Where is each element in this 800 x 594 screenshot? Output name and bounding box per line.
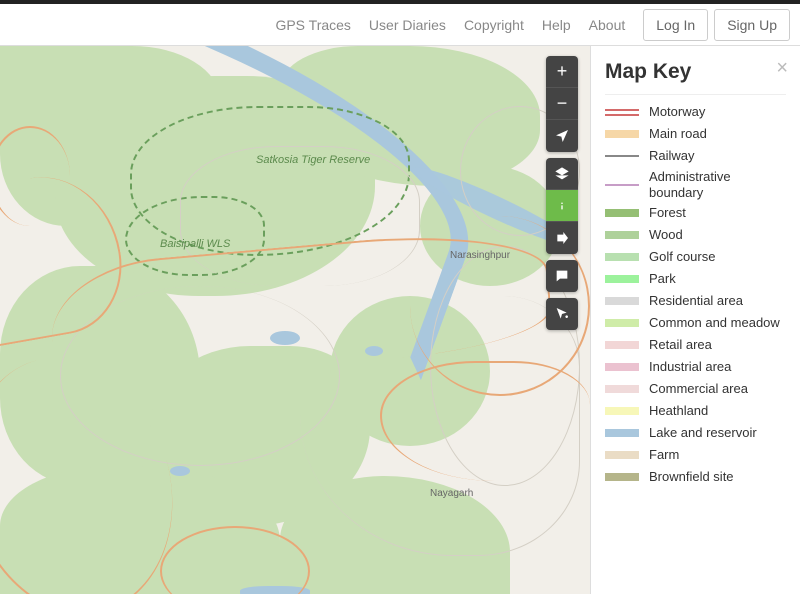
main-area: Satkosia Tiger Reserve Baisipalli WLS Na… xyxy=(0,46,800,594)
map-tools-group xyxy=(546,158,578,254)
map-key-swatch xyxy=(605,451,639,459)
map-key-row: Lake and reservoir xyxy=(605,422,786,444)
map-label-satkosia: Satkosia Tiger Reserve xyxy=(256,154,370,166)
zoom-group: + − xyxy=(546,56,578,152)
map-lake xyxy=(170,466,190,476)
close-sidebar-button[interactable]: × xyxy=(776,58,788,78)
map-key-swatch xyxy=(605,297,639,305)
map-key-row: Retail area xyxy=(605,334,786,356)
map-canvas[interactable]: Satkosia Tiger Reserve Baisipalli WLS Na… xyxy=(0,46,590,594)
top-nav: GPS Traces User Diaries Copyright Help A… xyxy=(0,4,800,46)
comment-plus-icon xyxy=(554,268,570,284)
map-key-button[interactable] xyxy=(546,190,578,222)
nav-link-about[interactable]: About xyxy=(583,13,632,37)
map-key-swatch xyxy=(605,155,639,157)
add-note-button[interactable] xyxy=(546,260,578,292)
cursor-question-icon xyxy=(554,306,570,322)
map-label-narasinghpur: Narasinghpur xyxy=(450,250,510,261)
auth-button-group: Log In Sign Up xyxy=(643,9,790,41)
map-key-swatch xyxy=(605,109,639,116)
nav-link-user-diaries[interactable]: User Diaries xyxy=(363,13,452,37)
map-controls: + − xyxy=(546,56,578,330)
map-key-label: Common and meadow xyxy=(649,315,780,331)
zoom-out-button[interactable]: − xyxy=(546,88,578,120)
map-key-row: Residential area xyxy=(605,290,786,312)
map-key-label: Residential area xyxy=(649,293,743,309)
query-features-button[interactable] xyxy=(546,298,578,330)
map-key-row: Industrial area xyxy=(605,356,786,378)
map-key-row: Motorway xyxy=(605,101,786,123)
map-key-row: Main road xyxy=(605,123,786,145)
plus-icon: + xyxy=(557,61,568,82)
map-key-swatch xyxy=(605,319,639,327)
layers-icon xyxy=(554,166,570,182)
nav-link-help[interactable]: Help xyxy=(536,13,577,37)
map-key-label: Motorway xyxy=(649,104,705,120)
map-key-label: Park xyxy=(649,271,676,287)
map-key-label: Industrial area xyxy=(649,359,731,375)
location-arrow-icon xyxy=(554,128,570,144)
map-key-label: Brownfield site xyxy=(649,469,734,485)
map-key-swatch xyxy=(605,209,639,217)
map-key-swatch xyxy=(605,363,639,371)
map-key-swatch xyxy=(605,275,639,283)
map-key-row: Common and meadow xyxy=(605,312,786,334)
map-key-label: Forest xyxy=(649,205,686,221)
map-key-label: Railway xyxy=(649,148,695,164)
share-icon xyxy=(554,230,570,246)
sidebar-title: Map Key xyxy=(605,60,786,84)
map-key-row: Administrative boundary xyxy=(605,167,786,202)
locate-button[interactable] xyxy=(546,120,578,152)
map-label-baisipalli: Baisipalli WLS xyxy=(160,238,230,250)
map-key-swatch xyxy=(605,184,639,186)
map-key-swatch xyxy=(605,130,639,138)
map-key-label: Administrative boundary xyxy=(649,169,786,200)
map-key-row: Forest xyxy=(605,202,786,224)
minus-icon: − xyxy=(557,93,568,114)
share-button[interactable] xyxy=(546,222,578,254)
map-key-label: Commercial area xyxy=(649,381,748,397)
map-key-row: Heathland xyxy=(605,400,786,422)
map-label-nayagarh: Nayagarh xyxy=(430,488,473,499)
map-key-swatch xyxy=(605,253,639,261)
map-key-label: Wood xyxy=(649,227,683,243)
nav-link-copyright[interactable]: Copyright xyxy=(458,13,530,37)
map-key-row: Brownfield site xyxy=(605,466,786,488)
map-key-row: Farm xyxy=(605,444,786,466)
map-key-label: Main road xyxy=(649,126,707,142)
map-key-label: Retail area xyxy=(649,337,712,353)
map-key-swatch xyxy=(605,231,639,239)
nav-link-gps-traces[interactable]: GPS Traces xyxy=(269,13,356,37)
map-key-swatch xyxy=(605,473,639,481)
map-key-sidebar: × Map Key Motorway Main road Railway Admini… xyxy=(590,46,800,594)
map-key-swatch xyxy=(605,385,639,393)
zoom-in-button[interactable]: + xyxy=(546,56,578,88)
map-key-row: Golf course xyxy=(605,246,786,268)
map-key-row: Park xyxy=(605,268,786,290)
close-icon: × xyxy=(776,57,788,79)
map-key-list: Motorway Main road Railway Administrative b… xyxy=(605,94,786,488)
map-key-swatch xyxy=(605,341,639,349)
login-button[interactable]: Log In xyxy=(643,9,708,41)
query-group xyxy=(546,298,578,330)
map-key-label: Lake and reservoir xyxy=(649,425,757,441)
map-key-label: Heathland xyxy=(649,403,708,419)
signup-button[interactable]: Sign Up xyxy=(714,9,790,41)
notes-group xyxy=(546,260,578,292)
map-key-row: Commercial area xyxy=(605,378,786,400)
map-key-swatch xyxy=(605,429,639,437)
map-key-swatch xyxy=(605,407,639,415)
map-key-label: Farm xyxy=(649,447,679,463)
map-key-row: Railway xyxy=(605,145,786,167)
info-icon xyxy=(554,198,570,214)
map-key-label: Golf course xyxy=(649,249,715,265)
map-key-row: Wood xyxy=(605,224,786,246)
layers-button[interactable] xyxy=(546,158,578,190)
